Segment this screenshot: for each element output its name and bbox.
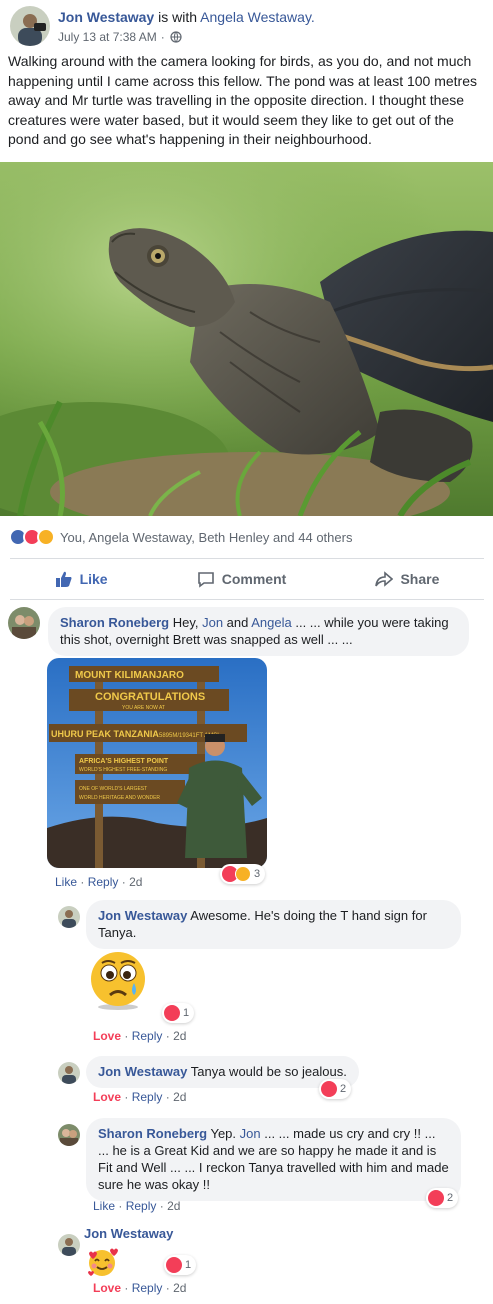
comment-love-link[interactable]: Love — [93, 1090, 121, 1104]
sign-text: UHURU PEAK TANZANIA — [51, 729, 159, 739]
globe-icon[interactable] — [170, 31, 182, 43]
reaction-count: 3 — [254, 868, 261, 880]
comment-bubble: Sharon Roneberg Hey, Jon and Angela ... … — [48, 607, 469, 656]
comment-reply-link[interactable]: Reply — [126, 1199, 157, 1213]
separator-dot: · — [160, 30, 165, 44]
share-label: Share — [400, 571, 440, 587]
wow-icon — [235, 866, 251, 882]
reply-comment: Jon Westaway Tanya would be so jealous. — [58, 1056, 359, 1088]
love-icon — [164, 1005, 180, 1021]
comment-author[interactable]: Sharon Roneberg — [98, 1126, 207, 1141]
sign-text: MOUNT KILIMANJARO — [75, 670, 184, 681]
reaction-count: 2 — [340, 1083, 347, 1095]
comment-time[interactable]: 2d — [173, 1090, 186, 1104]
sign-text: YOU ARE NOW AT — [122, 705, 165, 711]
comment-reply-link[interactable]: Reply — [132, 1029, 163, 1043]
reaction-count: 2 — [447, 1192, 454, 1204]
comment-text: and — [223, 615, 252, 630]
comment-actions: Like · Reply · 2d — [93, 1199, 181, 1213]
comment-love-link[interactable]: Love — [93, 1281, 121, 1295]
comment-bubble: Jon Westaway Awesome. He's doing the T h… — [86, 900, 461, 949]
reactions-text[interactable]: You, Angela Westaway, Beth Henley and 44… — [60, 530, 352, 545]
share-icon — [375, 571, 394, 587]
comment-time[interactable]: 2d — [173, 1281, 186, 1295]
reaction-count: 1 — [185, 1259, 192, 1271]
comment-reaction-badge[interactable]: 1 — [162, 1003, 195, 1023]
post-actions: Like Comment Share — [10, 560, 484, 598]
comment-time[interactable]: 2d — [167, 1199, 180, 1213]
comment-love-link[interactable]: Love — [93, 1029, 121, 1043]
comment-reaction-badge[interactable]: 2 — [319, 1079, 352, 1099]
comment-reaction-badge[interactable]: 2 — [426, 1188, 459, 1208]
comment-text: Hey, — [172, 615, 203, 630]
smiling-hearts-emoji[interactable] — [86, 1247, 118, 1279]
divider — [10, 558, 484, 559]
comment-author[interactable]: Sharon Roneberg — [60, 615, 169, 630]
post-timestamp[interactable]: July 13 at 7:38 AM — [58, 30, 157, 44]
comment-like-link[interactable]: Like — [55, 875, 77, 889]
comment-reply-link[interactable]: Reply — [88, 875, 119, 889]
sign-text: WORLD HERITAGE AND WONDER — [79, 795, 160, 801]
like-button[interactable]: Like — [55, 570, 108, 588]
comment-author[interactable]: Jon Westaway — [98, 1064, 187, 1079]
love-icon — [321, 1081, 337, 1097]
comment-actions: Love · Reply · 2d — [93, 1029, 187, 1043]
comment-like-link[interactable]: Like — [93, 1199, 115, 1213]
sign-text: WORLD'S HIGHEST FREE-STANDING — [79, 767, 167, 773]
share-button[interactable]: Share — [375, 570, 439, 588]
author-avatar[interactable] — [10, 6, 50, 46]
comment-time[interactable]: 2d — [173, 1029, 186, 1043]
with-text: is with — [158, 9, 198, 25]
comment-author[interactable]: Jon Westaway — [98, 908, 187, 923]
comment-button[interactable]: Comment — [197, 570, 287, 588]
post-header: Jon Westaway is with Angela Westaway. Ju… — [10, 6, 485, 48]
post-text: Walking around with the camera looking f… — [8, 53, 478, 147]
comment-label: Comment — [221, 571, 287, 587]
commenter-avatar[interactable] — [58, 1124, 80, 1146]
comment-reply-link[interactable]: Reply — [132, 1090, 163, 1104]
comment-reply-link[interactable]: Reply — [132, 1281, 163, 1295]
commenter-avatar[interactable] — [8, 607, 40, 639]
mention-link[interactable]: Angela — [251, 615, 291, 630]
comment-bubble: Sharon Roneberg Yep. Jon ... ... made us… — [86, 1118, 461, 1201]
reactions-summary[interactable]: You, Angela Westaway, Beth Henley and 44… — [9, 527, 352, 547]
comment-reaction-badge[interactable]: 3 — [220, 864, 266, 884]
love-icon — [166, 1257, 182, 1273]
post-photo[interactable] — [0, 162, 493, 516]
comment-reaction-badge[interactable]: 1 — [164, 1255, 197, 1275]
crying-face-sticker[interactable] — [88, 951, 150, 1011]
thumbs-up-icon — [55, 571, 72, 587]
comment-photo[interactable]: MOUNT KILIMANJARO CONGRATULATIONS YOU AR… — [47, 658, 267, 868]
tagged-person-link[interactable]: Angela Westaway. — [200, 9, 315, 25]
mention-link[interactable]: Jon — [240, 1126, 261, 1141]
commenter-avatar[interactable] — [58, 1062, 80, 1084]
commenter-avatar[interactable] — [58, 1234, 80, 1256]
reply-comment: Jon Westaway Awesome. He's doing the T h… — [58, 900, 461, 949]
mention-link[interactable]: Jon — [202, 615, 223, 630]
love-icon — [428, 1190, 444, 1206]
comment: Sharon Roneberg Hey, Jon and Angela ... … — [8, 607, 469, 656]
sign-text: CONGRATULATIONS — [95, 691, 205, 703]
sign-text: ONE OF WORLD'S LARGEST — [79, 786, 147, 792]
comment-actions: Love · Reply · 2d — [93, 1281, 187, 1295]
comment-actions: Like · Reply · 2d — [55, 875, 143, 889]
reaction-count: 1 — [183, 1007, 190, 1019]
post-author-link[interactable]: Jon Westaway — [58, 9, 154, 25]
reply-comment: Sharon Roneberg Yep. Jon ... ... made us… — [58, 1118, 461, 1201]
commenter-avatar[interactable] — [58, 906, 80, 928]
comment-text: Yep. — [210, 1126, 240, 1141]
divider — [10, 599, 484, 600]
comment-actions: Love · Reply · 2d — [93, 1090, 187, 1104]
sign-text: AFRICA'S HIGHEST POINT — [79, 758, 169, 765]
comment-icon — [197, 572, 214, 588]
like-label: Like — [79, 571, 108, 587]
comment-author[interactable]: Jon Westaway — [84, 1226, 173, 1241]
comment-time[interactable]: 2d — [129, 875, 142, 889]
comment-text: Tanya would be so jealous. — [190, 1064, 347, 1079]
comment-bubble: Jon Westaway Tanya would be so jealous. — [86, 1056, 359, 1088]
wow-icon — [37, 528, 55, 546]
